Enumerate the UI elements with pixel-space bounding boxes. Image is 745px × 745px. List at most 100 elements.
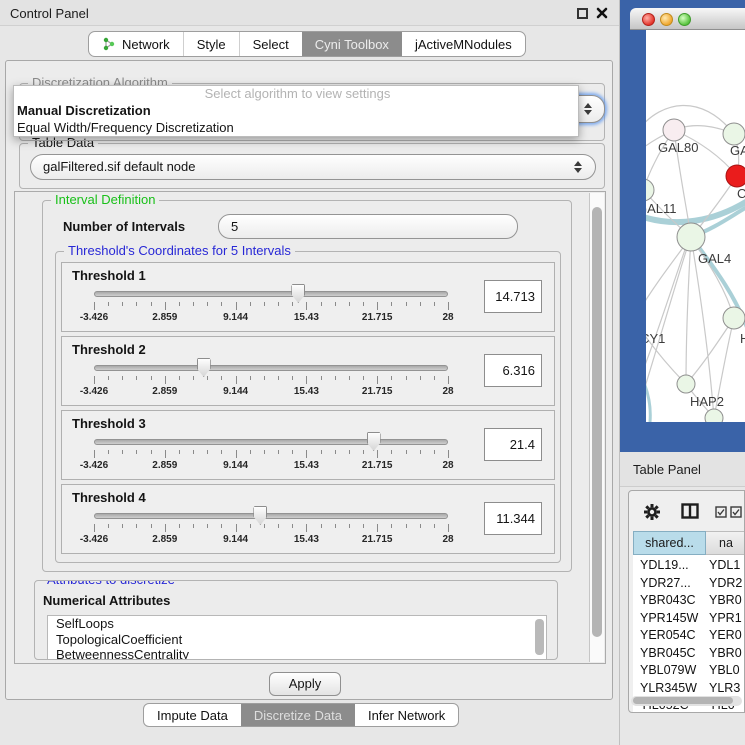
tick-mark xyxy=(406,376,407,380)
column-header-shared-name[interactable]: shared... xyxy=(633,531,706,555)
cell-shared-name: YLR345W xyxy=(640,681,697,695)
node-label-gcy1: GCY1 xyxy=(646,331,665,346)
table-horizontal-scrollbar[interactable] xyxy=(631,696,742,706)
tick-mark xyxy=(151,376,152,380)
algorithm-option-equal-width-frequency-discretization[interactable]: Equal Width/Frequency Discretization xyxy=(14,119,578,136)
network-node-hap2[interactable] xyxy=(677,375,695,393)
minimize-traffic-light[interactable] xyxy=(660,13,673,26)
tick-mark xyxy=(108,302,109,306)
tick-label: 28 xyxy=(442,534,453,545)
algorithm-option-placeholder[interactable]: Select algorithm to view settings xyxy=(14,86,578,102)
cell-name: YLR3 xyxy=(709,681,740,695)
threshold-slider-thumb[interactable] xyxy=(197,358,211,377)
threshold-slider-thumb[interactable] xyxy=(253,506,267,525)
threshold-value-field[interactable]: 21.4 xyxy=(484,428,542,461)
tab-jactivemnodules[interactable]: jActiveMNodules xyxy=(402,32,525,56)
threshold-value-field[interactable]: 11.344 xyxy=(484,502,542,535)
tick-mark xyxy=(278,450,279,454)
tick-label: 28 xyxy=(442,386,453,397)
tab-infer-network[interactable]: Infer Network xyxy=(355,704,458,726)
tab-select[interactable]: Select xyxy=(239,32,302,56)
tick-mark xyxy=(193,524,194,528)
threshold-slider-track[interactable] xyxy=(94,291,448,297)
table-columns-icon[interactable] xyxy=(681,503,699,524)
table-row[interactable]: YDR27...YDR2 xyxy=(633,575,745,593)
network-node-c[interactable] xyxy=(726,165,745,187)
right-side: GAL80GACGAL11GAL4GCY1HHAP2 Table Panel xyxy=(620,0,745,745)
threshold-value-field[interactable]: 14.713 xyxy=(484,280,542,313)
tab-cyni-toolbox[interactable]: Cyni Toolbox xyxy=(302,32,402,56)
tick-label: 2.859 xyxy=(152,312,177,323)
threshold-slider-track[interactable] xyxy=(94,365,448,371)
threshold-value-field[interactable]: 6.316 xyxy=(484,354,542,387)
tick-mark xyxy=(406,524,407,528)
combo-arrows-icon xyxy=(574,161,582,173)
tick-label: -3.426 xyxy=(80,312,108,323)
tick-mark xyxy=(94,450,95,458)
checkbox-icon[interactable] xyxy=(715,505,727,523)
table-row[interactable]: YDL19...YDL1 xyxy=(633,557,745,575)
attribute-item-betweennesscentrality[interactable]: BetweennessCentrality xyxy=(48,647,546,660)
threshold-slider-track[interactable] xyxy=(94,439,448,445)
scrollbar-thumb[interactable] xyxy=(633,697,733,704)
tab-style[interactable]: Style xyxy=(183,32,239,56)
tick-mark xyxy=(278,376,279,380)
tick-mark xyxy=(321,450,322,454)
table-row[interactable]: YBL079WYBL0 xyxy=(633,662,745,680)
tick-mark xyxy=(363,450,364,454)
table-row[interactable]: YLR345W YLR3 xyxy=(633,680,745,698)
settings-vertical-scrollbar[interactable] xyxy=(589,193,604,662)
number-of-intervals-combobox[interactable]: 5 xyxy=(218,214,518,239)
slider-tick-labels: -3.4262.8599.14415.4321.71528 xyxy=(94,312,448,324)
tick-mark xyxy=(122,524,123,528)
control-panel-titlebar: Control Panel xyxy=(0,0,619,26)
close-traffic-light[interactable] xyxy=(642,13,655,26)
threshold-slider-track[interactable] xyxy=(94,513,448,519)
tick-mark xyxy=(306,450,307,458)
attribute-item-topologicalcoefficient[interactable]: TopologicalCoefficient xyxy=(48,632,546,648)
threshold-slider-thumb[interactable] xyxy=(367,432,381,451)
threshold-label: Threshold 2 xyxy=(72,342,146,357)
tab-discretize-data[interactable]: Discretize Data xyxy=(241,704,355,726)
network-node-gal80[interactable] xyxy=(663,119,685,141)
tick-mark xyxy=(165,450,166,458)
network-node-h[interactable] xyxy=(723,307,745,329)
table-row[interactable]: YBR045CYBR0 xyxy=(633,645,745,663)
tick-mark xyxy=(193,302,194,306)
network-node-gal4[interactable] xyxy=(677,223,705,251)
network-node-ga[interactable] xyxy=(723,123,745,145)
tick-mark xyxy=(448,524,449,532)
tick-mark xyxy=(94,524,95,532)
tick-mark xyxy=(377,524,378,532)
tab-network[interactable]: Network xyxy=(89,32,183,56)
network-canvas[interactable]: GAL80GACGAL11GAL4GCY1HHAP2 xyxy=(646,30,745,422)
checkbox-icon[interactable] xyxy=(730,505,742,523)
cell-name: YBL0 xyxy=(709,663,740,677)
list-scrollbar-thumb[interactable] xyxy=(535,619,544,655)
tick-mark xyxy=(448,450,449,458)
table-panel-bar: Table Panel xyxy=(620,452,745,487)
zoom-traffic-light[interactable] xyxy=(678,13,691,26)
threshold-panel-4: Threshold 4-3.4262.8599.14415.4321.71528… xyxy=(61,484,555,554)
column-header-name[interactable]: na xyxy=(706,531,745,555)
table-data-combobox[interactable]: galFiltered.sif default node xyxy=(30,154,596,180)
table-row[interactable]: YPR145WYPR1 xyxy=(633,610,745,628)
attribute-item-selfloops[interactable]: SelfLoops xyxy=(48,616,546,632)
close-window-icon[interactable] xyxy=(595,6,609,20)
tab-label: Cyni Toolbox xyxy=(315,37,389,52)
numerical-attributes-list: SelfLoopsTopologicalCoefficientBetweenne… xyxy=(47,615,547,660)
apply-button[interactable]: Apply xyxy=(269,672,341,696)
float-window-icon[interactable] xyxy=(577,8,588,19)
tab-impute-data[interactable]: Impute Data xyxy=(144,704,241,726)
algorithm-option-manual-discretization[interactable]: Manual Discretization xyxy=(14,102,578,119)
network-node[interactable] xyxy=(705,409,723,422)
table-toolbar xyxy=(629,491,744,529)
table-settings-gear-icon[interactable] xyxy=(643,503,661,526)
tick-mark xyxy=(136,450,137,454)
table-row[interactable]: YER054CYER0 xyxy=(633,627,745,645)
network-node-gal11[interactable] xyxy=(646,179,654,201)
cell-name: YBR0 xyxy=(709,646,742,660)
threshold-slider-thumb[interactable] xyxy=(291,284,305,303)
scrollbar-thumb[interactable] xyxy=(592,207,602,637)
table-row[interactable]: YBR043CYBR0 xyxy=(633,592,745,610)
